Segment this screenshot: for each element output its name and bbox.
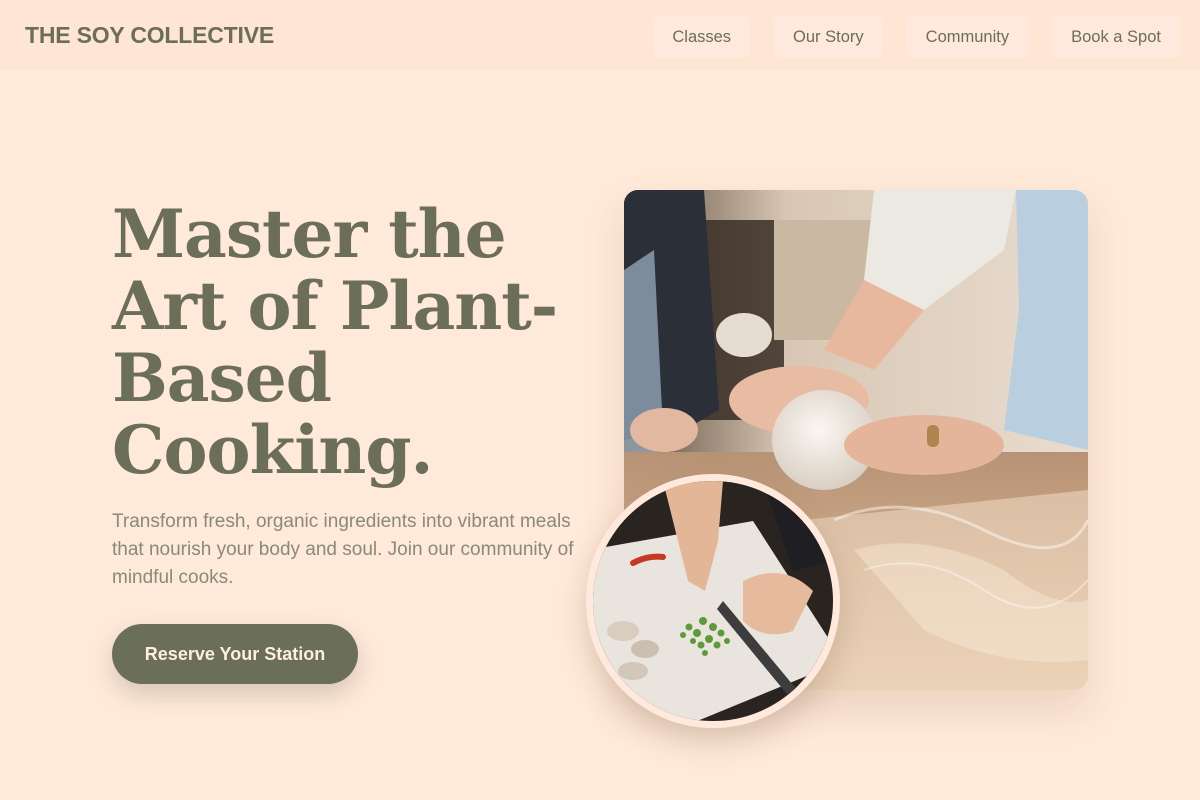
nav-book-a-spot[interactable]: Book a Spot [1052, 16, 1180, 58]
main-nav: Classes Our Story Community Book a Spot [653, 16, 1180, 58]
nav-classes[interactable]: Classes [653, 16, 751, 58]
site-header: THE SOY COLLECTIVE Classes Our Story Com… [0, 0, 1200, 70]
nav-our-story[interactable]: Our Story [774, 16, 883, 58]
nav-community[interactable]: Community [906, 16, 1029, 58]
hero-title: Master the Art of Plant-Based Cooking. [112, 195, 558, 489]
page: THE SOY COLLECTIVE Classes Our Story Com… [0, 0, 1200, 800]
chopping-onions-image [593, 481, 833, 721]
inset-round-photo [586, 474, 840, 728]
brand-logo[interactable]: THE SOY COLLECTIVE [25, 22, 274, 49]
hero-subtitle: Transform fresh, organic ingredients int… [112, 511, 574, 588]
reserve-station-button[interactable]: Reserve Your Station [112, 624, 358, 684]
